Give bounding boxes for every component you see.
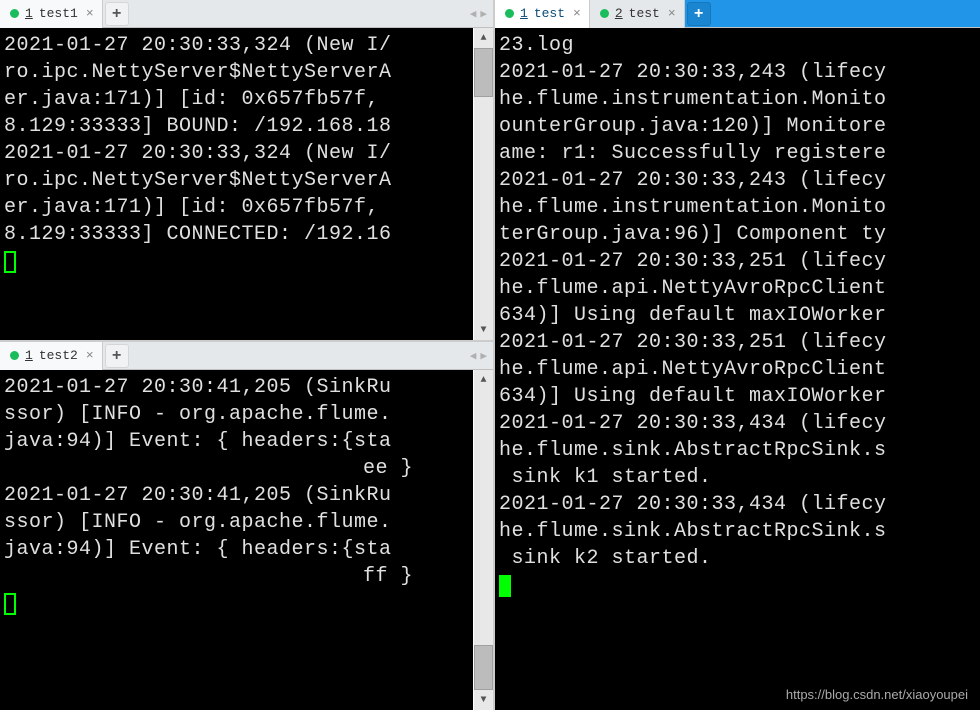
terminal-line: 2021-01-27 20:30:33,243 (lifecy xyxy=(499,167,980,194)
chevron-right-icon[interactable]: ▶ xyxy=(478,7,489,21)
close-icon[interactable]: × xyxy=(668,6,676,21)
tab-label: test1 xyxy=(39,6,78,21)
pane-bottom-left: 1 test2 × + ◀ ▶ 2021-01-27 20:30:41,205 … xyxy=(0,342,493,710)
terminal-line: 8.129:33333] CONNECTED: /192.16 xyxy=(4,221,473,248)
scroll-track[interactable] xyxy=(474,390,493,690)
tab-label: test2 xyxy=(39,348,78,363)
chevron-left-icon[interactable]: ◀ xyxy=(468,7,479,21)
terminal-line: ounterGroup.java:120)] Monitore xyxy=(499,113,980,140)
terminal-line: 2021-01-27 20:30:41,205 (SinkRu xyxy=(4,482,473,509)
terminal-content: 2021-01-27 20:30:33,324 (New I/ro.ipc.Ne… xyxy=(0,28,473,340)
terminal-line: 2021-01-27 20:30:33,251 (lifecy xyxy=(499,329,980,356)
connection-status-icon xyxy=(10,9,19,18)
terminal-line: 634)] Using default maxIOWorker xyxy=(499,302,980,329)
tab-number: 1 xyxy=(25,348,33,363)
terminal-line: sink k1 started. xyxy=(499,464,980,491)
pane-top-left: 1 test1 × + ◀ ▶ 2021-01-27 20:30:33,324 … xyxy=(0,0,493,340)
tab-test-1[interactable]: 1 test × xyxy=(495,0,590,28)
terminal-line: he.flume.api.NettyAvroRpcClient xyxy=(499,356,980,383)
scroll-thumb[interactable] xyxy=(474,645,493,690)
terminal-line: ssor) [INFO - org.apache.flume. xyxy=(4,401,473,428)
cursor-icon xyxy=(499,575,511,597)
terminal-bottom-left[interactable]: 2021-01-27 20:30:41,205 (SinkRussor) [IN… xyxy=(0,370,493,710)
tab-label: test xyxy=(629,6,660,21)
terminal-line: 634)] Using default maxIOWorker xyxy=(499,383,980,410)
scrollbar[interactable]: ▲ ▼ xyxy=(473,28,493,340)
terminal-right[interactable]: 23.log2021-01-27 20:30:33,243 (lifecyhe.… xyxy=(495,28,980,710)
tab-nav-arrows: ◀ ▶ xyxy=(468,0,489,28)
terminal-line: 23.log xyxy=(499,32,980,59)
tab-test-2[interactable]: 2 test × xyxy=(590,0,685,28)
terminal-line: er.java:171)] [id: 0x657fb57f, xyxy=(4,86,473,113)
terminal-line: sink k2 started. xyxy=(499,545,980,572)
cursor-icon xyxy=(4,251,16,273)
add-tab-button[interactable]: + xyxy=(105,344,129,368)
connection-status-icon xyxy=(505,9,514,18)
connection-status-icon xyxy=(600,9,609,18)
scroll-down-icon[interactable]: ▼ xyxy=(474,690,493,710)
terminal-line: he.flume.sink.AbstractRpcSink.s xyxy=(499,437,980,464)
tab-label: test xyxy=(534,6,565,21)
scroll-up-icon[interactable]: ▲ xyxy=(474,370,493,390)
terminal-line: er.java:171)] [id: 0x657fb57f, xyxy=(4,194,473,221)
terminal-line: ssor) [INFO - org.apache.flume. xyxy=(4,509,473,536)
tab-nav-arrows: ◀ ▶ xyxy=(468,342,489,370)
tab-number: 1 xyxy=(25,6,33,21)
terminal-line: 2021-01-27 20:30:41,205 (SinkRu xyxy=(4,374,473,401)
chevron-right-icon[interactable]: ▶ xyxy=(478,349,489,363)
tab-number: 1 xyxy=(520,6,528,21)
terminal-line: he.flume.instrumentation.Monito xyxy=(499,86,980,113)
terminal-line: ff } xyxy=(4,563,473,590)
scroll-up-icon[interactable]: ▲ xyxy=(474,28,493,48)
scroll-thumb[interactable] xyxy=(474,48,493,97)
terminal-line: ro.ipc.NettyServer$NettyServerA xyxy=(4,167,473,194)
pane-right: 1 test × 2 test × + 23.log2021-01-27 20:… xyxy=(495,0,980,710)
terminal-line: 2021-01-27 20:30:33,324 (New I/ xyxy=(4,32,473,59)
scroll-down-icon[interactable]: ▼ xyxy=(474,320,493,340)
terminal-line: 2021-01-27 20:30:33,434 (lifecy xyxy=(499,491,980,518)
terminal-line: 2021-01-27 20:30:33,434 (lifecy xyxy=(499,410,980,437)
chevron-left-icon[interactable]: ◀ xyxy=(468,349,479,363)
terminal-line: 8.129:33333] BOUND: /192.168.18 xyxy=(4,113,473,140)
terminal-line: 2021-01-27 20:30:33,251 (lifecy xyxy=(499,248,980,275)
tab-test1[interactable]: 1 test1 × xyxy=(0,0,103,28)
terminal-line: 2021-01-27 20:30:33,243 (lifecy xyxy=(499,59,980,86)
add-tab-button[interactable]: + xyxy=(687,2,711,26)
connection-status-icon xyxy=(10,351,19,360)
tab-bar-bottom-left: 1 test2 × + ◀ ▶ xyxy=(0,342,493,370)
terminal-line: ame: r1: Successfully registere xyxy=(499,140,980,167)
terminal-line: java:94)] Event: { headers:{sta xyxy=(4,536,473,563)
tab-test2[interactable]: 1 test2 × xyxy=(0,342,103,370)
add-tab-button[interactable]: + xyxy=(105,2,129,26)
scrollbar[interactable]: ▲ ▼ xyxy=(473,370,493,710)
terminal-top-left[interactable]: 2021-01-27 20:30:33,324 (New I/ro.ipc.Ne… xyxy=(0,28,493,340)
terminal-line: he.flume.sink.AbstractRpcSink.s xyxy=(499,518,980,545)
tab-bar-right: 1 test × 2 test × + xyxy=(495,0,980,28)
terminal-line: he.flume.api.NettyAvroRpcClient xyxy=(499,275,980,302)
terminal-line: 2021-01-27 20:30:33,324 (New I/ xyxy=(4,140,473,167)
terminal-line: java:94)] Event: { headers:{sta xyxy=(4,428,473,455)
terminal-line: ro.ipc.NettyServer$NettyServerA xyxy=(4,59,473,86)
close-icon[interactable]: × xyxy=(573,6,581,21)
terminal-line: he.flume.instrumentation.Monito xyxy=(499,194,980,221)
terminal-line: ee } xyxy=(4,455,473,482)
watermark: https://blog.csdn.net/xiaoyoupei xyxy=(786,687,968,702)
scroll-track[interactable] xyxy=(474,48,493,320)
tab-number: 2 xyxy=(615,6,623,21)
terminal-content: 23.log2021-01-27 20:30:33,243 (lifecyhe.… xyxy=(495,28,980,710)
terminal-line: terGroup.java:96)] Component ty xyxy=(499,221,980,248)
close-icon[interactable]: × xyxy=(86,6,94,21)
close-icon[interactable]: × xyxy=(86,348,94,363)
cursor-icon xyxy=(4,593,16,615)
terminal-content: 2021-01-27 20:30:41,205 (SinkRussor) [IN… xyxy=(0,370,473,710)
tab-bar-top-left: 1 test1 × + ◀ ▶ xyxy=(0,0,493,28)
